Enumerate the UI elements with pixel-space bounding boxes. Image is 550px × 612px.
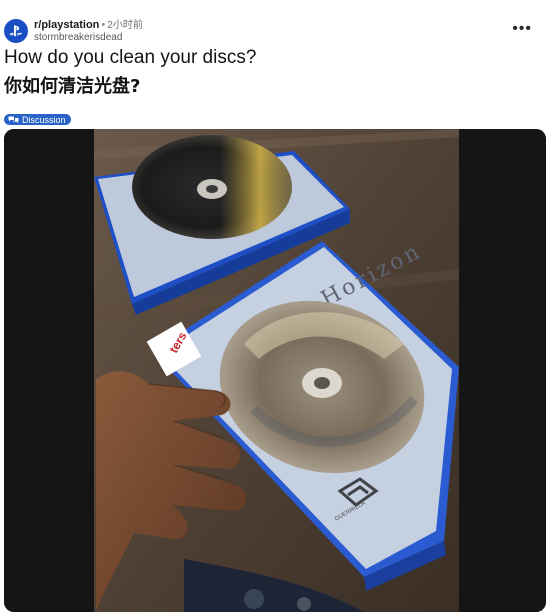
post-title[interactable]: How do you clean your discs? xyxy=(4,47,256,69)
post-flair[interactable]: Discussion xyxy=(4,114,71,125)
meta-separator: • xyxy=(101,18,106,31)
discussion-icon xyxy=(8,116,19,123)
post-meta: r/playstation • 2小时前 stormbreakerisdead xyxy=(34,19,143,44)
post-header: r/playstation • 2小时前 stormbreakerisdead xyxy=(4,16,143,46)
post-time: 2小时前 xyxy=(107,19,143,31)
subreddit-name[interactable]: r/playstation xyxy=(34,19,99,31)
post-image[interactable]: Horizon ters GUERRILLA xyxy=(4,129,546,612)
flair-label: Discussion xyxy=(22,114,66,125)
more-options-button[interactable]: ••• xyxy=(512,20,532,38)
post-author[interactable]: stormbreakerisdead xyxy=(34,32,143,44)
subreddit-avatar[interactable] xyxy=(4,19,28,43)
disc-photo: Horizon ters GUERRILLA xyxy=(4,129,546,612)
post-title-translation[interactable]: 你如何清洁光盘? xyxy=(4,72,140,98)
post-meta-line: r/playstation • 2小时前 xyxy=(34,19,143,32)
playstation-logo-icon xyxy=(9,25,22,37)
